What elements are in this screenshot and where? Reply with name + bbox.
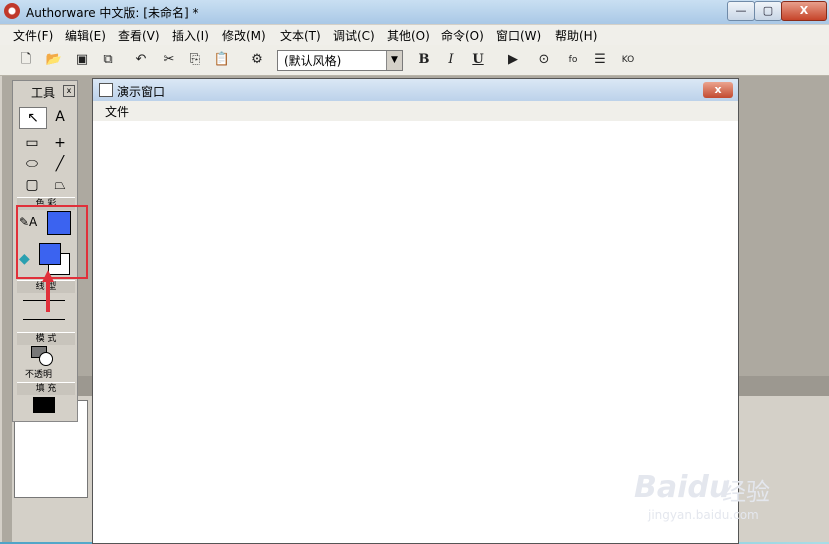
- mode-label: 不透明: [25, 370, 53, 380]
- bold-button[interactable]: B: [414, 50, 434, 70]
- authorware-app-icon: [4, 3, 20, 19]
- dropdown-arrow-icon[interactable]: ▼: [386, 51, 402, 70]
- menu-view[interactable]: 查看(V): [118, 27, 160, 44]
- oval-tool-icon[interactable]: ⬭: [19, 154, 45, 174]
- main-window: Authorware 中文版: [未命名] * — ▢ X 文件(F) 编辑(E…: [0, 0, 829, 544]
- watermark-url: jingyan.baidu.com: [648, 508, 759, 522]
- fill-pattern-swatch[interactable]: [33, 397, 55, 413]
- menu-other[interactable]: 其他(O): [387, 27, 430, 44]
- underline-button[interactable]: U: [468, 50, 488, 70]
- knowledge-object-icon[interactable]: KO: [618, 50, 638, 70]
- text-style-select[interactable]: (默认风格) ▼: [277, 50, 403, 71]
- baidu-watermark: Baidu 经验 jingyan.baidu.com: [628, 452, 828, 532]
- minimize-button[interactable]: —: [727, 1, 755, 21]
- annotation-up-arrow: [42, 270, 54, 312]
- maximize-button[interactable]: ▢: [754, 1, 782, 21]
- menu-bar: 文件(F) 编辑(E) 查看(V) 插入(I) 修改(M) 文本(T) 调试(C…: [0, 25, 829, 45]
- menu-text[interactable]: 文本(T): [280, 27, 321, 44]
- text-style-value: (默认风格): [284, 54, 342, 68]
- rectangle-tool-icon[interactable]: ▭: [19, 133, 45, 153]
- window-title: Authorware 中文版: [未命名] *: [26, 6, 199, 20]
- menu-help[interactable]: 帮助(H): [555, 27, 597, 44]
- menu-modify[interactable]: 修改(M): [222, 27, 266, 44]
- title-bar: Authorware 中文版: [未命名] * — ▢ X: [0, 0, 829, 24]
- tools-close-icon[interactable]: x: [63, 85, 75, 97]
- watermark-cn: 经验: [722, 478, 770, 506]
- presentation-close-button[interactable]: x: [703, 82, 733, 98]
- mode-preview-front[interactable]: [39, 352, 53, 366]
- import-icon[interactable]: ⧉: [98, 50, 118, 70]
- fill-section-label: 填 充: [17, 382, 75, 395]
- functions-icon[interactable]: fo: [563, 50, 583, 70]
- mode-section-label: 模 式: [17, 332, 75, 345]
- new-file-icon[interactable]: 🗋: [16, 50, 36, 70]
- diagonal-line-tool-icon[interactable]: ╱: [47, 154, 73, 174]
- straight-line-tool-icon[interactable]: +: [47, 133, 73, 153]
- menu-debug[interactable]: 调试(C): [333, 27, 375, 44]
- menu-edit[interactable]: 编辑(E): [65, 27, 106, 44]
- presentation-menu-file[interactable]: 文件: [105, 103, 129, 120]
- menu-insert[interactable]: 插入(I): [172, 27, 209, 44]
- line-style-arrow[interactable]: [23, 319, 65, 320]
- close-button[interactable]: X: [781, 1, 827, 21]
- menu-file[interactable]: 文件(F): [13, 27, 53, 44]
- find-icon[interactable]: ⚙: [247, 50, 267, 70]
- open-folder-icon[interactable]: 📂: [44, 50, 64, 70]
- rounded-rect-tool-icon[interactable]: ▢: [19, 175, 45, 195]
- presentation-window-icon: [99, 83, 113, 97]
- pointer-tool-icon[interactable]: ↖: [19, 107, 47, 129]
- cut-icon[interactable]: ✂: [159, 50, 179, 70]
- italic-button[interactable]: I: [441, 50, 461, 70]
- copy-icon[interactable]: ⎘: [185, 50, 205, 70]
- variables-icon[interactable]: ☰: [590, 50, 610, 70]
- presentation-title-bar: 演示窗口 x: [93, 79, 738, 101]
- run-icon[interactable]: ▶: [503, 50, 523, 70]
- text-tool-icon[interactable]: A: [47, 107, 73, 127]
- presentation-window-title: 演示窗口: [117, 85, 166, 99]
- tools-palette-header[interactable]: 工具 x: [13, 81, 77, 101]
- control-panel-icon[interactable]: ⊙: [534, 50, 554, 70]
- menu-command[interactable]: 命令(O): [441, 27, 484, 44]
- polygon-tool-icon[interactable]: ⏢: [47, 175, 73, 195]
- paste-icon[interactable]: 📋: [212, 50, 232, 70]
- presentation-menu-bar: 文件: [93, 101, 738, 121]
- watermark-brand: Baidu: [634, 470, 731, 505]
- save-all-icon[interactable]: ▣: [72, 50, 92, 70]
- tools-palette-title: 工具: [31, 86, 56, 100]
- toolbar: 🗋 📂 ▣ ⧉ ↶ ✂ ⎘ 📋 ⚙ B I U ▶ ⊙ fo ☰ KO: [0, 45, 829, 76]
- undo-icon[interactable]: ↶: [131, 50, 151, 70]
- menu-window[interactable]: 窗口(W): [496, 27, 541, 44]
- annotation-highlight-box: [16, 205, 88, 279]
